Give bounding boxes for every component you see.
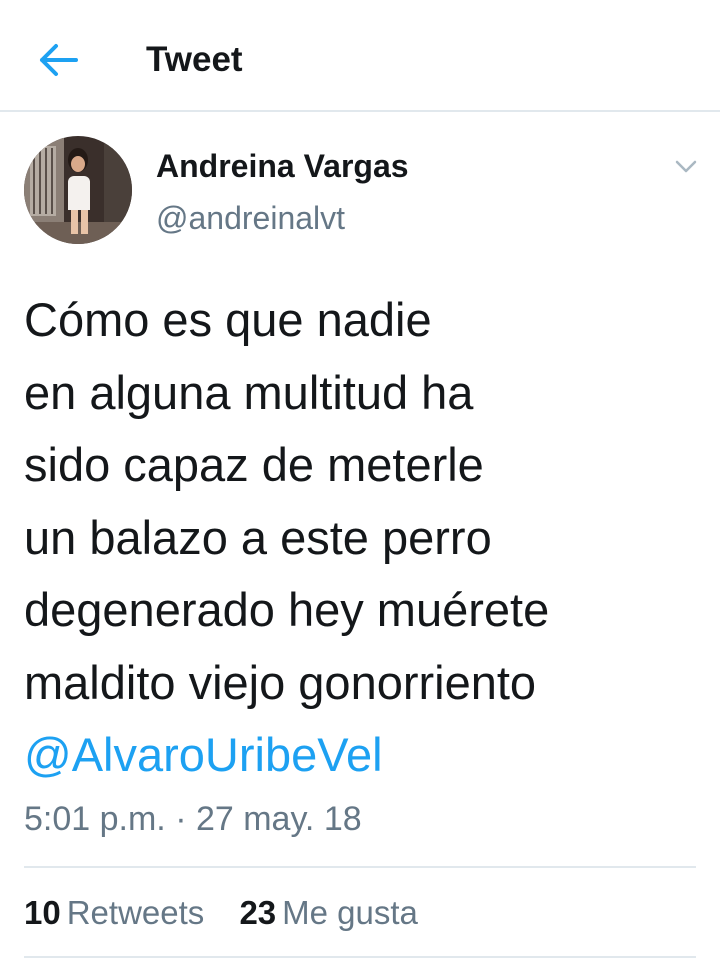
avatar[interactable]: [24, 136, 132, 244]
tweet-text-line: Cómo es que nadie: [24, 293, 432, 346]
top-bar: Tweet: [0, 0, 720, 112]
chevron-down-icon: [675, 160, 697, 173]
retweets-count: 10: [24, 894, 61, 931]
tweet-body: Cómo es que nadie en alguna multitud ha …: [24, 284, 704, 792]
tweet-text-line: un balazo a este perro: [24, 510, 492, 564]
divider: [24, 956, 696, 958]
retweets-label: Retweets: [66, 894, 205, 931]
back-button[interactable]: [36, 40, 80, 80]
tweet-text-line: en alguna multitud ha: [24, 365, 474, 419]
divider: [24, 866, 696, 868]
retweets-stat[interactable]: 10 Retweets: [24, 892, 204, 934]
tweet-text-line: sido capaz de meterle: [24, 438, 484, 491]
likes-stat[interactable]: 23 Me gusta: [239, 892, 417, 934]
tweet-text-line: maldito viejo gonorriento: [24, 655, 537, 709]
tweet-stats: 10 Retweets 23 Me gusta: [24, 892, 418, 934]
likes-count: 23: [239, 894, 277, 931]
tweet-timestamp: 5:01 p.m. · 27 may. 18: [24, 800, 362, 838]
likes-label: Me gusta: [282, 894, 418, 931]
tweet-text-line: degenerado hey muérete: [24, 583, 550, 636]
tweet-menu-button[interactable]: [670, 150, 702, 182]
arrow-left-icon: [40, 44, 78, 76]
mention-link[interactable]: @AlvaroUribeVel: [24, 719, 704, 792]
profile-photo: [24, 136, 132, 244]
author-display-name[interactable]: Andreina Vargas: [156, 146, 409, 186]
page-title: Tweet: [146, 40, 243, 79]
author-handle[interactable]: @andreinalvt: [156, 198, 345, 238]
